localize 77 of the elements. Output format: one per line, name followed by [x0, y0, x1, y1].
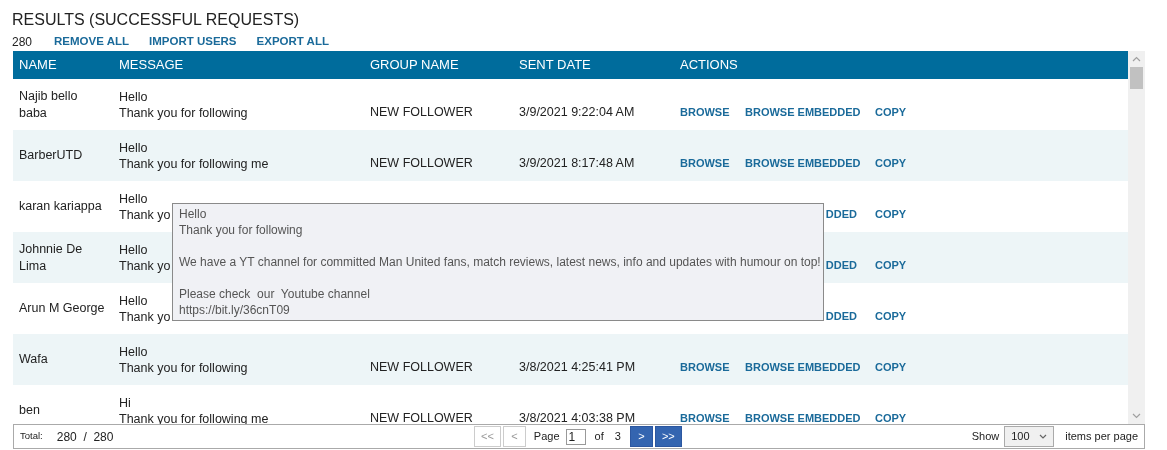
action-link[interactable]: BROWSE	[680, 412, 730, 424]
action-link[interactable]: DDED	[825, 310, 857, 323]
message-line: Hello	[119, 88, 148, 105]
name-cell-text: karan kariappa	[19, 198, 103, 215]
name-cell-text: Arun M George	[19, 300, 106, 317]
page-title: RESULTS (SUCCESSFUL REQUESTS)	[12, 10, 300, 30]
message-line: Hello	[119, 139, 148, 156]
tooltip-line: https://bit.ly/36cnT09	[179, 302, 290, 318]
of-label: of	[594, 429, 604, 445]
total-label: Total:	[20, 429, 43, 444]
name-cell-text: Johnnie De Lima	[19, 240, 84, 275]
tooltip-line: Please check our Youtube channel	[179, 286, 370, 302]
total-count: 280 / 280	[56, 428, 114, 446]
message-line: Thank yo	[119, 308, 171, 325]
message-line: Hello	[119, 343, 148, 360]
action-link[interactable]: BROWSE EMBEDDED	[745, 157, 861, 170]
action-link[interactable]: BROWSE	[680, 157, 730, 170]
items-per-page-label: items per page	[1065, 429, 1138, 445]
tooltip-line: Hello	[179, 206, 207, 222]
action-link[interactable]: COPY	[875, 157, 907, 170]
group-cell: NEW FOLLOWER	[370, 360, 473, 375]
message-line: Hello	[119, 241, 148, 258]
group-cell: NEW FOLLOWER	[370, 156, 473, 171]
message-line: Hello	[119, 292, 148, 309]
action-link[interactable]: COPY	[875, 361, 907, 374]
pager-button[interactable]: >	[629, 426, 653, 447]
toolbar-link[interactable]: IMPORT USERS	[149, 33, 237, 51]
scroll-down-icon[interactable]	[1132, 413, 1141, 419]
show-label: Show	[971, 429, 1000, 445]
toolbar-link[interactable]: EXPORT ALL	[256, 33, 329, 51]
action-link[interactable]: COPY	[875, 208, 907, 221]
result-count: 280	[12, 34, 33, 51]
message-line: Thank yo	[119, 257, 171, 274]
action-link[interactable]: COPY	[875, 310, 907, 323]
message-line: Thank you for following	[119, 104, 248, 121]
action-link[interactable]: COPY	[875, 106, 907, 119]
group-cell: NEW FOLLOWER	[370, 411, 473, 424]
message-line: Hi	[119, 394, 131, 411]
column-header: NAME	[18, 56, 58, 75]
action-link[interactable]: BROWSE EMBEDDED	[745, 361, 861, 374]
action-link[interactable]: COPY	[875, 412, 907, 424]
column-header: SENT DATE	[519, 56, 592, 75]
scroll-up-icon[interactable]	[1132, 56, 1141, 62]
action-link[interactable]: COPY	[875, 259, 907, 272]
chevron-down-icon	[1039, 434, 1048, 439]
tooltip-line: Thank you for following	[179, 222, 303, 238]
name-cell-text: Wafa	[19, 351, 49, 368]
column-header: ACTIONS	[680, 56, 739, 75]
toolbar-link[interactable]: REMOVE ALL	[54, 33, 129, 51]
page-size-select[interactable]: 100	[1004, 426, 1055, 447]
action-link[interactable]: DDED	[825, 259, 857, 272]
message-line: Thank you for following me	[119, 155, 269, 172]
message-line: Thank you for following	[119, 359, 248, 376]
column-header: GROUP NAME	[370, 56, 460, 75]
scrollbar[interactable]	[1128, 51, 1145, 424]
page-count: 3	[614, 429, 621, 445]
pager-button[interactable]: >>	[654, 426, 682, 447]
date-cell: 3/8/2021 4:25:41 PM	[519, 360, 636, 375]
message-line: Thank yo	[119, 206, 171, 223]
group-cell: NEW FOLLOWER	[370, 105, 473, 120]
date-cell: 3/8/2021 4:03:38 PM	[519, 411, 636, 424]
date-cell: 3/9/2021 9:22:04 AM	[519, 105, 635, 120]
scroll-thumb[interactable]	[1130, 67, 1143, 89]
action-link[interactable]: BROWSE EMBEDDED	[745, 106, 861, 119]
column-header: MESSAGE	[119, 56, 185, 75]
page-label: Page	[533, 429, 560, 445]
page-field[interactable]: 1	[565, 428, 586, 445]
tooltip-line: We have a YT channel for committed Man United fans, match reviews, latest news, info and updates with humour on top!	[179, 254, 821, 270]
message-line: Hello	[119, 190, 148, 207]
action-link[interactable]: DDED	[825, 208, 857, 221]
name-cell-text: ben	[19, 402, 41, 419]
action-link[interactable]: BROWSE EMBEDDED	[745, 412, 861, 424]
name-cell-text: Najib bello baba	[19, 87, 79, 122]
date-cell: 3/9/2021 8:17:48 AM	[519, 156, 635, 171]
name-cell-text: BarberUTD	[19, 147, 84, 164]
action-link[interactable]: BROWSE	[680, 361, 730, 374]
action-link[interactable]: BROWSE	[680, 106, 730, 119]
